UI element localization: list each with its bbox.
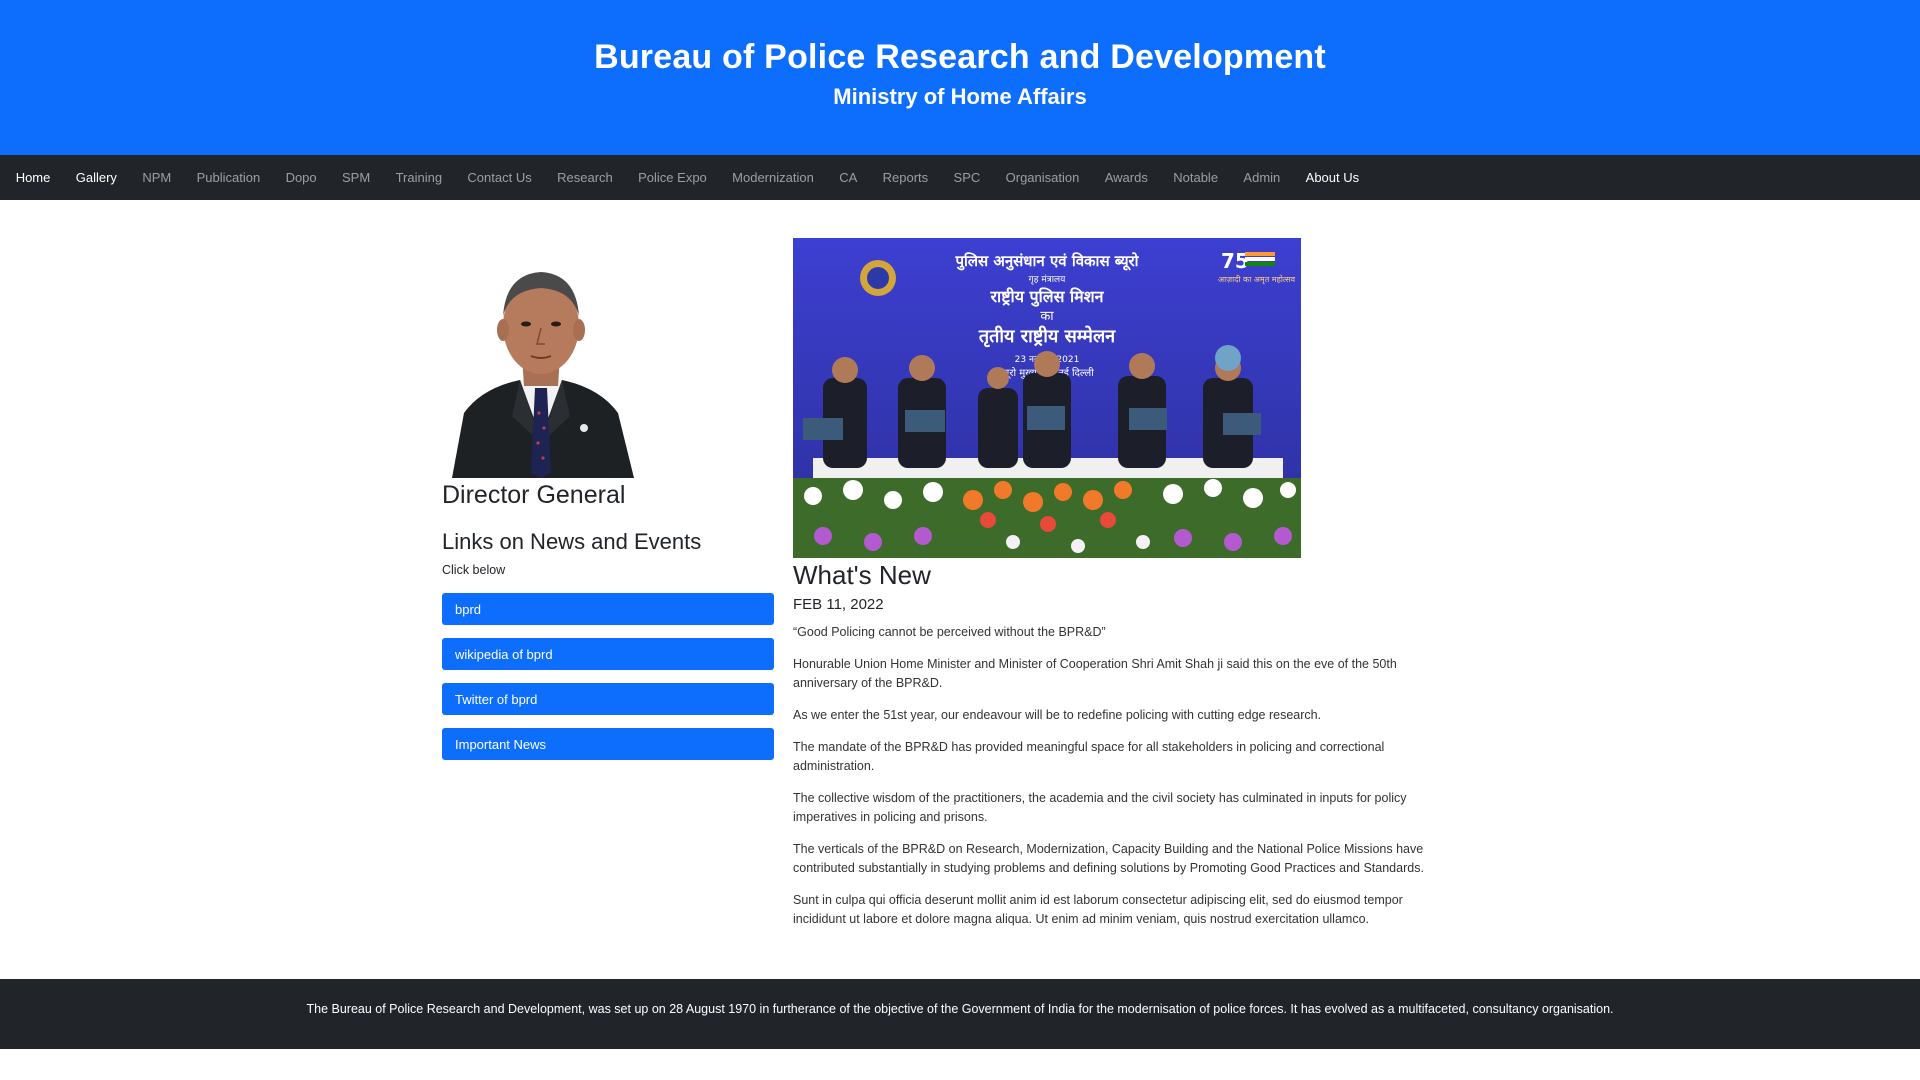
news-paragraph: The mandate of the BPR&D has provided me… — [793, 740, 1385, 773]
nav-spm[interactable]: SPM — [329, 170, 383, 185]
right-column: 75 आज़ादी का अमृत महोत्सव पुलिस अनुसंधान… — [793, 238, 1443, 926]
director-general-heading: Director General — [442, 481, 626, 509]
nav-awards[interactable]: Awards — [1092, 170, 1161, 185]
nav-research[interactable]: Research — [544, 170, 625, 185]
news-date: FEB 11, 2022 — [793, 596, 884, 613]
banner-line-3: राष्ट्रीय पुलिस मिशन — [990, 287, 1105, 307]
nav-organisation[interactable]: Organisation — [993, 170, 1092, 185]
banner-line-5: तृतीय राष्ट्रीय सम्मेलन — [978, 325, 1116, 348]
click-below-text: Click below — [442, 563, 506, 577]
site-subtitle: Ministry of Home Affairs — [833, 84, 1087, 109]
azadi-logo-text: आज़ादी का अमृत महोत्सव — [1218, 274, 1296, 285]
whats-new-heading: What's New — [793, 560, 931, 590]
nav-publication[interactable]: Publication — [184, 170, 273, 185]
site-footer: The Bureau of Police Research and Develo… — [0, 979, 1920, 1049]
nav-dopo[interactable]: Dopo — [273, 170, 329, 185]
nav-training[interactable]: Training — [383, 170, 455, 185]
azadi-logo-number: 75 — [1221, 249, 1249, 273]
site-header: Bureau of Police Research and Developmen… — [0, 0, 1920, 155]
nav-admin[interactable]: Admin — [1231, 170, 1293, 185]
nav-gallery[interactable]: Gallery — [63, 170, 130, 185]
news-paragraph: The verticals of the BPR&D on Research, … — [793, 842, 1424, 875]
links-heading: Links on News and Events — [442, 529, 702, 554]
banner-line-4: का — [1040, 309, 1054, 324]
twitter-link-button[interactable]: Twitter of bprd — [442, 683, 774, 715]
nav-ca[interactable]: CA — [827, 170, 870, 185]
left-column: Director General Links on News and Event… — [442, 238, 774, 760]
site-title: Bureau of Police Research and Developmen… — [594, 38, 1326, 76]
main-navbar: Home Gallery NPM Publication Dopo SPM Tr… — [0, 155, 1920, 200]
nav-about-us[interactable]: About Us — [1293, 170, 1372, 185]
important-news-link-button[interactable]: Important News — [442, 728, 774, 760]
news-paragraph: Sunt in culpa qui officia deserunt molli… — [793, 893, 1403, 926]
news-paragraph: The collective wisdom of the practitione… — [793, 791, 1407, 824]
nav-contact-us[interactable]: Contact Us — [455, 170, 545, 185]
nav-police-expo[interactable]: Police Expo — [625, 170, 719, 185]
nav-npm[interactable]: NPM — [130, 170, 184, 185]
bprd-link-button[interactable]: bprd — [442, 593, 774, 625]
wikipedia-link-button[interactable]: wikipedia of bprd — [442, 638, 774, 670]
nav-spc[interactable]: SPC — [941, 170, 993, 185]
nav-notable[interactable]: Notable — [1161, 170, 1231, 185]
news-paragraph: As we enter the 51st year, our endeavour… — [793, 708, 1322, 722]
banner-line-2: गृह मंत्रालय — [1029, 274, 1066, 285]
news-body: “Good Policing cannot be perceived witho… — [793, 623, 1443, 942]
event-photo: 75 आज़ादी का अमृत महोत्सव पुलिस अनुसंधान… — [793, 238, 1301, 558]
banner-line-1: पुलिस अनुसंधान एवं विकास ब्यूरो — [954, 252, 1139, 271]
nav-reports[interactable]: Reports — [870, 170, 941, 185]
director-general-photo — [442, 238, 641, 478]
footer-text: The Bureau of Police Research and Develo… — [306, 1002, 1614, 1016]
nav-modernization[interactable]: Modernization — [719, 170, 826, 185]
news-paragraph: Honurable Union Home Minister and Minist… — [793, 657, 1397, 690]
nav-home[interactable]: Home — [3, 170, 63, 185]
news-paragraph: “Good Policing cannot be perceived witho… — [793, 625, 1106, 639]
